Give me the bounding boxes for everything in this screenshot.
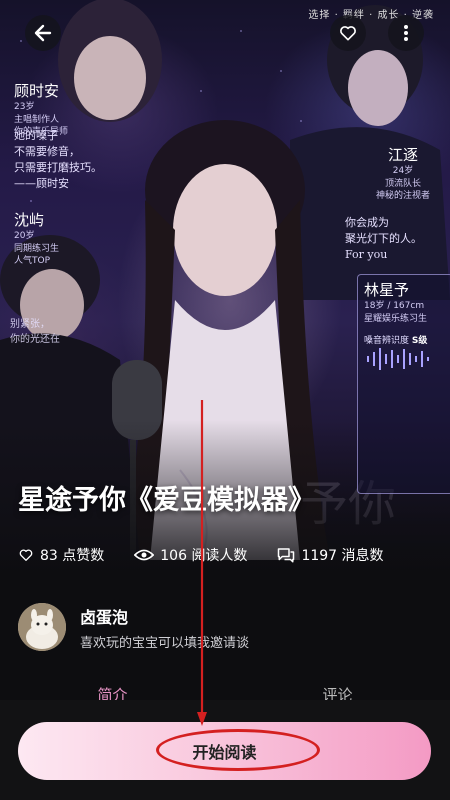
character-name: 顾时安 (14, 82, 60, 100)
character-name: 林星予 (364, 281, 410, 299)
reads-stat: 106 阅读人数 (134, 545, 247, 565)
character-card-lin: 林星予 18岁 / 167cm 星耀娱乐练习生 嗓音辨识度 S级 (357, 274, 450, 494)
quote-shen: 别紧张， 你的光还在 (10, 319, 60, 345)
author-row[interactable]: 卤蛋泡 喜欢玩的宝宝可以填我邀请谈 (18, 603, 249, 651)
character-age: 23岁 (14, 102, 35, 112)
skill-rank: S级 (411, 336, 428, 347)
character-role: 同期练习生 (14, 243, 60, 254)
quote-gu: 她的嗓子 不需要修音， 只需要打磨技巧。 ——顾时安 (14, 129, 102, 190)
likes-count: 83 点赞数 (40, 548, 105, 564)
character-age: 18岁 / 167cm (364, 301, 425, 311)
character-name: 沈屿 (14, 211, 45, 229)
start-reading-button[interactable]: 开始阅读 (18, 722, 431, 780)
heart-icon (340, 26, 356, 41)
more-button[interactable] (388, 15, 424, 51)
messages-count: 1197 消息数 (301, 548, 384, 564)
avatar-image (18, 603, 66, 651)
character-age: 24岁 (392, 166, 414, 176)
chat-bubbles-icon (278, 548, 295, 563)
annotation-arrow (197, 400, 207, 726)
waveform-graphic (367, 348, 429, 371)
author-name[interactable]: 卤蛋泡 (80, 604, 249, 628)
favorite-button[interactable] (330, 15, 366, 51)
character-role: 神秘的注视者 (375, 191, 430, 202)
eye-icon (134, 549, 155, 561)
skill-label: 嗓音辨识度 (364, 336, 410, 347)
character-age: 20岁 (14, 231, 35, 241)
character-role: 星耀娱乐练习生 (364, 313, 428, 324)
heart-outline-icon (19, 549, 33, 561)
character-role: 人气TOP (14, 256, 51, 267)
author-bio: 喜欢玩的宝宝可以填我邀请谈 (80, 635, 250, 651)
more-vertical-icon (404, 25, 408, 41)
character-card-shen: 沈屿 20岁 同期练习生 人气TOP (8, 205, 90, 272)
back-button[interactable] (25, 15, 61, 51)
skill-row: 嗓音辨识度 S级 (364, 333, 446, 346)
character-name: 江逐 (387, 146, 418, 164)
character-card-jiang: 江逐 24岁 顶流队长 神秘的注视者 (362, 140, 444, 207)
back-arrow-icon (34, 24, 52, 42)
avatar[interactable] (18, 603, 66, 651)
messages-stat: 1197 消息数 (277, 545, 384, 565)
likes-stat: 83 点赞数 (18, 545, 104, 565)
character-role: 顶流队长 (384, 178, 421, 189)
quote-jiang: 你会成为 聚光灯下的人。 For you (345, 216, 422, 261)
start-reading-label: 开始阅读 (192, 743, 257, 762)
character-role: 主唱制作人 (14, 114, 60, 125)
story-title: 星途予你《爱豆模拟器》 (18, 485, 315, 516)
